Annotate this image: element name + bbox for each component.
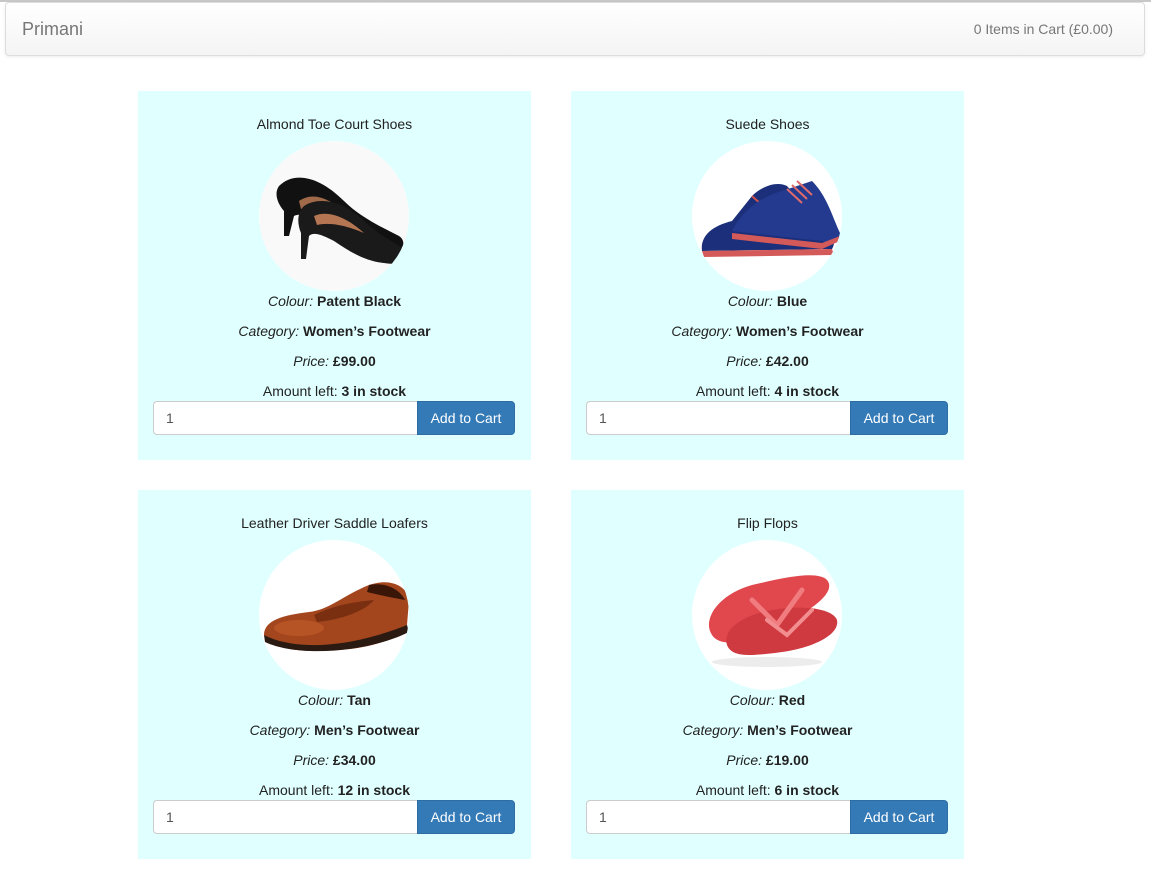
- colour-value: Blue: [776, 293, 808, 309]
- price-value: £34.00: [332, 752, 376, 768]
- price-label: Price:: [293, 752, 330, 768]
- category-row: Category: Women’s Footwear: [138, 323, 531, 339]
- stock-value: 6 in stock: [774, 782, 840, 798]
- price-label: Price:: [726, 752, 763, 768]
- category-label: Category:: [238, 323, 300, 339]
- blue-suede-shoes-image: [692, 141, 842, 291]
- red-flip-flops-image: [692, 540, 842, 690]
- amount-left-label: Amount left:: [695, 383, 771, 399]
- colour-label: Colour:: [727, 293, 773, 309]
- add-to-cart-button[interactable]: Add to Cart: [417, 800, 515, 834]
- colour-value: Red: [778, 692, 806, 708]
- stock-value: 12 in stock: [337, 782, 410, 798]
- add-to-cart-button[interactable]: Add to Cart: [850, 800, 948, 834]
- navbar: Primani 0 Items in Cart (£0.00): [5, 2, 1145, 56]
- price-value: £99.00: [332, 353, 376, 369]
- amount-left-label: Amount left:: [259, 782, 334, 798]
- quantity-input[interactable]: [153, 401, 418, 435]
- category-value: Men’s Footwear: [314, 722, 420, 738]
- product-card: Suede Shoes Colour: Blue Category: Women…: [571, 91, 964, 460]
- stock-row: Amount left: 4 in stock: [571, 383, 964, 399]
- colour-row: Colour: Tan: [138, 692, 531, 708]
- category-label: Category:: [671, 323, 733, 339]
- quantity-input[interactable]: [153, 800, 418, 834]
- colour-value: Tan: [347, 692, 371, 708]
- stock-row: Amount left: 6 in stock: [571, 782, 964, 798]
- price-row: Price: £42.00: [571, 353, 964, 369]
- tan-loafer-image: [259, 540, 409, 690]
- colour-label: Colour:: [298, 692, 344, 708]
- product-card: Flip Flops Colour: Red Category: Men’s F…: [571, 490, 964, 859]
- category-value: Women’s Footwear: [303, 323, 431, 339]
- price-label: Price:: [293, 353, 330, 369]
- colour-row: Colour: Patent Black: [138, 293, 531, 309]
- add-to-cart-button[interactable]: Add to Cart: [850, 401, 948, 435]
- black-court-shoes-image: [259, 141, 409, 291]
- stock-row: Amount left: 3 in stock: [138, 383, 531, 399]
- add-to-cart-button[interactable]: Add to Cart: [417, 401, 515, 435]
- category-row: Category: Men’s Footwear: [571, 722, 964, 738]
- stock-value: 3 in stock: [341, 383, 407, 399]
- category-row: Category: Women’s Footwear: [571, 323, 964, 339]
- price-row: Price: £19.00: [571, 752, 964, 768]
- category-value: Women’s Footwear: [736, 323, 864, 339]
- product-name: Suede Shoes: [725, 116, 810, 132]
- price-row: Price: £99.00: [138, 353, 531, 369]
- amount-left-label: Amount left:: [262, 383, 338, 399]
- category-label: Category:: [682, 722, 744, 738]
- colour-value: Patent Black: [316, 293, 402, 309]
- amount-left-label: Amount left:: [695, 782, 771, 798]
- stock-value: 4 in stock: [774, 383, 840, 399]
- cart-summary-link[interactable]: 0 Items in Cart (£0.00): [974, 21, 1113, 37]
- product-name: Almond Toe Court Shoes: [256, 116, 413, 132]
- price-label: Price:: [726, 353, 763, 369]
- category-row: Category: Men’s Footwear: [138, 722, 531, 738]
- brand-link[interactable]: Primani: [22, 19, 83, 40]
- quantity-input[interactable]: [586, 800, 851, 834]
- colour-label: Colour:: [267, 293, 314, 309]
- colour-row: Colour: Blue: [571, 293, 964, 309]
- category-value: Men’s Footwear: [747, 722, 853, 738]
- colour-label: Colour:: [729, 692, 775, 708]
- product-name: Leather Driver Saddle Loafers: [241, 515, 428, 531]
- product-card: Leather Driver Saddle Loafers Colour: Ta…: [138, 490, 531, 859]
- price-value: £42.00: [765, 353, 809, 369]
- price-row: Price: £34.00: [138, 752, 531, 768]
- category-label: Category:: [249, 722, 311, 738]
- product-card: Almond Toe Court Shoes Colour: Patent Bl…: [138, 91, 531, 460]
- colour-row: Colour: Red: [571, 692, 964, 708]
- price-value: £19.00: [765, 752, 809, 768]
- quantity-input[interactable]: [586, 401, 851, 435]
- product-name: Flip Flops: [737, 515, 798, 531]
- stock-row: Amount left: 12 in stock: [138, 782, 531, 798]
